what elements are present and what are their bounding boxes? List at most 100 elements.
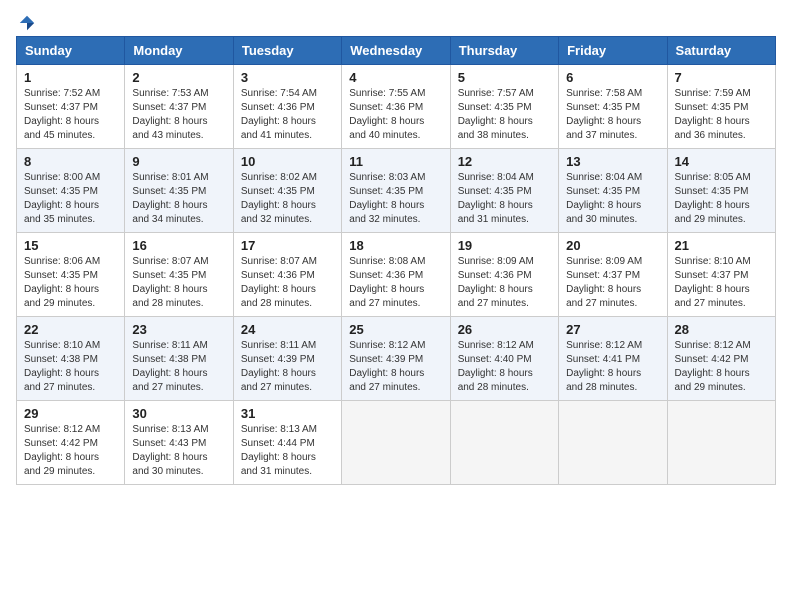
daylight-text: Daylight: 8 hours and 27 minutes. (132, 368, 207, 393)
day-info: Sunrise: 8:13 AM Sunset: 4:44 PM Dayligh… (241, 423, 334, 479)
daylight-text: Daylight: 8 hours and 27 minutes. (458, 284, 533, 309)
table-row: 22 Sunrise: 8:10 AM Sunset: 4:38 PM Dayl… (17, 317, 125, 401)
weekday-header-wednesday: Wednesday (342, 37, 450, 65)
sunrise-text: Sunrise: 8:12 AM (566, 340, 642, 351)
sunset-text: Sunset: 4:35 PM (24, 270, 98, 281)
table-row: 8 Sunrise: 8:00 AM Sunset: 4:35 PM Dayli… (17, 149, 125, 233)
day-number: 29 (24, 406, 117, 421)
day-number: 18 (349, 238, 442, 253)
sunset-text: Sunset: 4:39 PM (349, 354, 423, 365)
sunset-text: Sunset: 4:35 PM (458, 186, 532, 197)
table-row: 16 Sunrise: 8:07 AM Sunset: 4:35 PM Dayl… (125, 233, 233, 317)
table-row: 24 Sunrise: 8:11 AM Sunset: 4:39 PM Dayl… (233, 317, 341, 401)
table-row: 3 Sunrise: 7:54 AM Sunset: 4:36 PM Dayli… (233, 65, 341, 149)
day-info: Sunrise: 8:09 AM Sunset: 4:36 PM Dayligh… (458, 255, 551, 311)
table-row: 30 Sunrise: 8:13 AM Sunset: 4:43 PM Dayl… (125, 401, 233, 485)
daylight-text: Daylight: 8 hours and 30 minutes. (132, 452, 207, 477)
sunrise-text: Sunrise: 7:55 AM (349, 88, 425, 99)
day-info: Sunrise: 8:07 AM Sunset: 4:36 PM Dayligh… (241, 255, 334, 311)
table-row: 21 Sunrise: 8:10 AM Sunset: 4:37 PM Dayl… (667, 233, 775, 317)
day-number: 17 (241, 238, 334, 253)
daylight-text: Daylight: 8 hours and 29 minutes. (24, 452, 99, 477)
weekday-header-thursday: Thursday (450, 37, 558, 65)
day-info: Sunrise: 8:02 AM Sunset: 4:35 PM Dayligh… (241, 171, 334, 227)
day-number: 6 (566, 70, 659, 85)
day-number: 16 (132, 238, 225, 253)
table-row: 27 Sunrise: 8:12 AM Sunset: 4:41 PM Dayl… (559, 317, 667, 401)
sunrise-text: Sunrise: 8:04 AM (458, 172, 534, 183)
sunset-text: Sunset: 4:37 PM (24, 102, 98, 113)
table-row: 10 Sunrise: 8:02 AM Sunset: 4:35 PM Dayl… (233, 149, 341, 233)
day-info: Sunrise: 8:10 AM Sunset: 4:38 PM Dayligh… (24, 339, 117, 395)
daylight-text: Daylight: 8 hours and 27 minutes. (675, 284, 750, 309)
sunrise-text: Sunrise: 8:13 AM (241, 424, 317, 435)
day-info: Sunrise: 8:00 AM Sunset: 4:35 PM Dayligh… (24, 171, 117, 227)
sunset-text: Sunset: 4:37 PM (675, 270, 749, 281)
day-info: Sunrise: 8:10 AM Sunset: 4:37 PM Dayligh… (675, 255, 768, 311)
table-row: 2 Sunrise: 7:53 AM Sunset: 4:37 PM Dayli… (125, 65, 233, 149)
sunrise-text: Sunrise: 7:52 AM (24, 88, 100, 99)
table-row: 17 Sunrise: 8:07 AM Sunset: 4:36 PM Dayl… (233, 233, 341, 317)
day-number: 23 (132, 322, 225, 337)
table-row: 13 Sunrise: 8:04 AM Sunset: 4:35 PM Dayl… (559, 149, 667, 233)
table-row: 6 Sunrise: 7:58 AM Sunset: 4:35 PM Dayli… (559, 65, 667, 149)
calendar-week-row: 1 Sunrise: 7:52 AM Sunset: 4:37 PM Dayli… (17, 65, 776, 149)
day-number: 12 (458, 154, 551, 169)
daylight-text: Daylight: 8 hours and 28 minutes. (458, 368, 533, 393)
table-row: 9 Sunrise: 8:01 AM Sunset: 4:35 PM Dayli… (125, 149, 233, 233)
table-row: 28 Sunrise: 8:12 AM Sunset: 4:42 PM Dayl… (667, 317, 775, 401)
table-row (342, 401, 450, 485)
day-number: 8 (24, 154, 117, 169)
day-info: Sunrise: 8:05 AM Sunset: 4:35 PM Dayligh… (675, 171, 768, 227)
table-row: 7 Sunrise: 7:59 AM Sunset: 4:35 PM Dayli… (667, 65, 775, 149)
calendar: SundayMondayTuesdayWednesdayThursdayFrid… (16, 36, 776, 485)
daylight-text: Daylight: 8 hours and 27 minutes. (566, 284, 641, 309)
sunset-text: Sunset: 4:36 PM (241, 102, 315, 113)
weekday-header-saturday: Saturday (667, 37, 775, 65)
sunrise-text: Sunrise: 8:13 AM (132, 424, 208, 435)
sunset-text: Sunset: 4:43 PM (132, 438, 206, 449)
header (16, 10, 776, 32)
weekday-header-sunday: Sunday (17, 37, 125, 65)
day-number: 11 (349, 154, 442, 169)
daylight-text: Daylight: 8 hours and 43 minutes. (132, 116, 207, 141)
daylight-text: Daylight: 8 hours and 28 minutes. (132, 284, 207, 309)
table-row (667, 401, 775, 485)
weekday-header-friday: Friday (559, 37, 667, 65)
sunset-text: Sunset: 4:37 PM (566, 270, 640, 281)
day-info: Sunrise: 8:11 AM Sunset: 4:39 PM Dayligh… (241, 339, 334, 395)
weekday-header-row: SundayMondayTuesdayWednesdayThursdayFrid… (17, 37, 776, 65)
day-info: Sunrise: 8:12 AM Sunset: 4:42 PM Dayligh… (675, 339, 768, 395)
day-number: 31 (241, 406, 334, 421)
table-row: 11 Sunrise: 8:03 AM Sunset: 4:35 PM Dayl… (342, 149, 450, 233)
day-info: Sunrise: 8:09 AM Sunset: 4:37 PM Dayligh… (566, 255, 659, 311)
logo-icon (18, 14, 36, 32)
day-number: 1 (24, 70, 117, 85)
sunset-text: Sunset: 4:35 PM (24, 186, 98, 197)
sunrise-text: Sunrise: 8:09 AM (458, 256, 534, 267)
daylight-text: Daylight: 8 hours and 32 minutes. (349, 200, 424, 225)
day-number: 20 (566, 238, 659, 253)
day-number: 24 (241, 322, 334, 337)
day-number: 19 (458, 238, 551, 253)
table-row: 14 Sunrise: 8:05 AM Sunset: 4:35 PM Dayl… (667, 149, 775, 233)
sunset-text: Sunset: 4:35 PM (675, 186, 749, 197)
sunrise-text: Sunrise: 8:09 AM (566, 256, 642, 267)
sunset-text: Sunset: 4:36 PM (349, 270, 423, 281)
day-number: 27 (566, 322, 659, 337)
day-number: 4 (349, 70, 442, 85)
daylight-text: Daylight: 8 hours and 31 minutes. (241, 452, 316, 477)
daylight-text: Daylight: 8 hours and 38 minutes. (458, 116, 533, 141)
day-number: 22 (24, 322, 117, 337)
day-info: Sunrise: 8:01 AM Sunset: 4:35 PM Dayligh… (132, 171, 225, 227)
daylight-text: Daylight: 8 hours and 28 minutes. (566, 368, 641, 393)
day-info: Sunrise: 8:08 AM Sunset: 4:36 PM Dayligh… (349, 255, 442, 311)
table-row: 12 Sunrise: 8:04 AM Sunset: 4:35 PM Dayl… (450, 149, 558, 233)
day-info: Sunrise: 8:13 AM Sunset: 4:43 PM Dayligh… (132, 423, 225, 479)
sunrise-text: Sunrise: 8:07 AM (241, 256, 317, 267)
sunrise-text: Sunrise: 8:11 AM (241, 340, 316, 351)
sunrise-text: Sunrise: 7:57 AM (458, 88, 534, 99)
day-number: 13 (566, 154, 659, 169)
table-row: 29 Sunrise: 8:12 AM Sunset: 4:42 PM Dayl… (17, 401, 125, 485)
sunrise-text: Sunrise: 8:11 AM (132, 340, 207, 351)
